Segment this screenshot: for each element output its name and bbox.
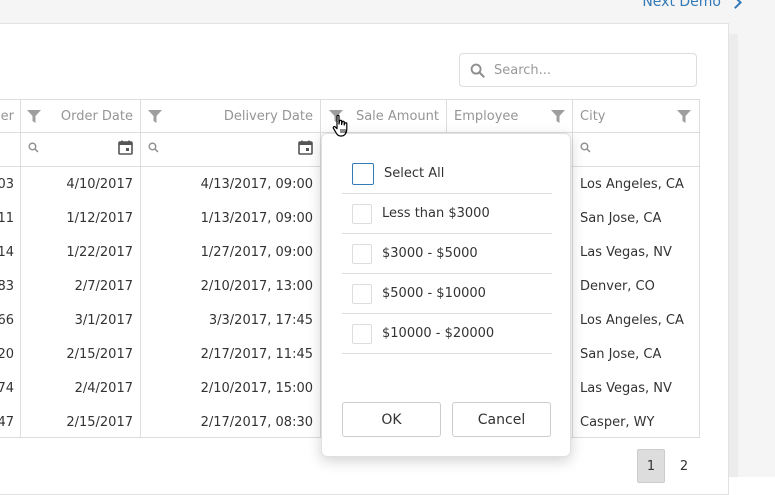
cancel-button[interactable]: Cancel bbox=[452, 402, 551, 437]
cell-order-date: 2/4/2017 bbox=[21, 371, 141, 405]
cell-order-number: 11 bbox=[0, 201, 21, 235]
cell-delivery-date: 4/13/2017, 09:00 bbox=[141, 167, 321, 201]
filter-cell-order-number[interactable] bbox=[0, 133, 21, 166]
option-label: Less than $3000 bbox=[382, 206, 490, 221]
option-checkbox[interactable] bbox=[352, 243, 372, 264]
filter-cell-city[interactable] bbox=[573, 133, 699, 166]
cell-city: Los Angeles, CA bbox=[580, 176, 684, 192]
scroll-gutter bbox=[728, 34, 738, 477]
cell-delivery-date: 2/10/2017, 15:00 bbox=[141, 371, 321, 405]
filter-option[interactable]: $3000 - $5000 bbox=[342, 234, 552, 274]
cell-order-date: 2/15/2017 bbox=[21, 337, 141, 371]
header-label-order-number: er bbox=[0, 108, 14, 124]
filter-icon[interactable] bbox=[551, 110, 565, 127]
header-cell-order-date[interactable]: Order Date bbox=[21, 100, 141, 132]
hand-pointer-icon bbox=[332, 114, 350, 142]
select-all-label: Select All bbox=[384, 166, 445, 181]
cell-order-number: 20 bbox=[0, 337, 21, 371]
cell-delivery-date: 2/17/2017, 08:30 bbox=[141, 405, 321, 437]
header-label-order-date: Order Date bbox=[60, 108, 133, 124]
filter-cell-delivery-date[interactable] bbox=[141, 133, 321, 166]
cell-city: San Jose, CA bbox=[580, 346, 662, 362]
option-label: $3000 - $5000 bbox=[382, 246, 478, 261]
cell-order-number: 14 bbox=[0, 235, 21, 269]
option-checkbox[interactable] bbox=[352, 203, 372, 224]
chevron-right-icon bbox=[729, 0, 742, 9]
cell-city: Los Angeles, CA bbox=[580, 312, 684, 328]
cell-order-date: 3/1/2017 bbox=[21, 303, 141, 337]
option-label: $5000 - $10000 bbox=[382, 286, 486, 301]
cell-order-number: 66 bbox=[0, 303, 21, 337]
ok-button[interactable]: OK bbox=[342, 402, 441, 437]
search-icon bbox=[460, 63, 494, 78]
cell-city: San Jose, CA bbox=[580, 210, 662, 226]
cell-order-date: 4/10/2017 bbox=[21, 167, 141, 201]
pager-page-label: 1 bbox=[646, 458, 656, 474]
cell-order-date: 1/22/2017 bbox=[21, 235, 141, 269]
select-all-checkbox[interactable] bbox=[352, 162, 374, 185]
header-cell-city[interactable]: City bbox=[573, 100, 699, 132]
pager-page-2[interactable]: 2 bbox=[670, 449, 698, 483]
header-label-city: City bbox=[580, 108, 606, 124]
cell-city: Las Vegas, NV bbox=[580, 380, 672, 396]
search-icon bbox=[580, 142, 591, 157]
cell-order-number: 03 bbox=[0, 167, 21, 201]
cell-delivery-date: 2/17/2017, 11:45 bbox=[141, 337, 321, 371]
cell-order-number: 47 bbox=[0, 405, 21, 437]
header-cell-order-number[interactable]: er bbox=[0, 100, 21, 132]
cell-delivery-date: 1/13/2017, 09:00 bbox=[141, 201, 321, 235]
calendar-icon[interactable] bbox=[118, 140, 133, 159]
cell-city: Casper, WY bbox=[580, 414, 655, 430]
pager-page-label: 2 bbox=[679, 458, 689, 474]
filter-icon[interactable] bbox=[27, 110, 41, 127]
filter-option[interactable]: Less than $3000 bbox=[342, 194, 552, 234]
cell-city: Las Vegas, NV bbox=[580, 244, 672, 260]
header-filter-popup: Select All Less than $3000 $3000 - $5000… bbox=[321, 133, 571, 457]
filter-option[interactable]: $10000 - $20000 bbox=[342, 314, 552, 354]
pager-page-1[interactable]: 1 bbox=[637, 449, 665, 483]
cell-order-date: 2/15/2017 bbox=[21, 405, 141, 437]
filter-icon[interactable] bbox=[148, 110, 162, 127]
filter-icon[interactable] bbox=[677, 110, 691, 127]
filter-option-select-all[interactable]: Select All bbox=[342, 154, 552, 194]
header-label-sale-amount: Sale Amount bbox=[355, 108, 439, 124]
cell-order-date: 1/12/2017 bbox=[21, 201, 141, 235]
cell-order-number: 83 bbox=[0, 269, 21, 303]
cell-delivery-date: 1/27/2017, 09:00 bbox=[141, 235, 321, 269]
option-label: $10000 - $20000 bbox=[382, 326, 495, 341]
cell-order-number: 74 bbox=[0, 371, 21, 405]
search-panel[interactable] bbox=[459, 53, 697, 87]
header-cell-employee[interactable]: Employee bbox=[447, 100, 573, 132]
search-icon bbox=[148, 142, 159, 157]
cell-order-date: 2/7/2017 bbox=[21, 269, 141, 303]
search-icon bbox=[28, 142, 39, 157]
header-cell-delivery-date[interactable]: Delivery Date bbox=[141, 100, 321, 132]
cell-delivery-date: 2/10/2017, 13:00 bbox=[141, 269, 321, 303]
cell-city: Denver, CO bbox=[580, 278, 655, 294]
option-checkbox[interactable] bbox=[352, 283, 372, 304]
search-input[interactable] bbox=[494, 62, 684, 78]
next-demo-link[interactable]: Next Demo bbox=[642, 0, 742, 10]
cell-delivery-date: 3/3/2017, 17:45 bbox=[141, 303, 321, 337]
calendar-icon[interactable] bbox=[298, 140, 313, 159]
header-label-employee: Employee bbox=[454, 108, 519, 124]
filter-cell-order-date[interactable] bbox=[21, 133, 141, 166]
option-checkbox[interactable] bbox=[352, 323, 372, 344]
filter-option[interactable]: $5000 - $10000 bbox=[342, 274, 552, 314]
header-label-delivery-date: Delivery Date bbox=[223, 108, 313, 124]
next-demo-label: Next Demo bbox=[642, 0, 721, 10]
